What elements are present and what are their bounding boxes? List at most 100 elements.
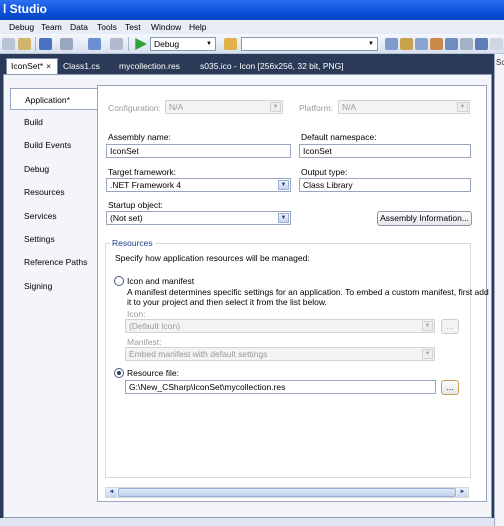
nav-application[interactable]: Application*	[10, 88, 98, 110]
startup-object-label: Startup object:	[108, 200, 163, 210]
configuration-value: N/A	[169, 102, 184, 112]
nav-signing[interactable]: Signing	[10, 275, 98, 297]
tab-mycollection-res[interactable]: mycollection.res	[115, 59, 184, 74]
chevron-down-icon: ▼	[278, 213, 289, 223]
tab-class1-cs[interactable]: Class1.cs	[59, 59, 104, 74]
tab-iconset[interactable]: IconSet* ×	[6, 58, 58, 74]
nav-label: Debug	[24, 164, 50, 174]
chevron-down-icon: ▼	[278, 180, 289, 190]
chevron-down-icon: ▼	[270, 102, 281, 112]
manifest-description-line1: A manifest determines specific settings …	[127, 287, 489, 297]
icon-and-manifest-label: Icon and manifest	[127, 276, 195, 286]
dock-label: Sc	[496, 58, 504, 67]
assembly-name-value: IconSet	[110, 146, 139, 156]
nav-label: Signing	[24, 281, 53, 291]
nav-label: Services	[24, 211, 57, 221]
resources-description: Specify how application resources will b…	[115, 253, 310, 263]
menu-bar: Debug Team Data Tools Test Window Help	[0, 20, 504, 34]
nav-label: Application*	[25, 95, 70, 105]
document-tab-strip: IconSet* × Class1.cs mycollection.res s03…	[0, 54, 494, 74]
scrollbar-thumb[interactable]	[118, 488, 456, 497]
nav-label: Reference Paths	[24, 257, 88, 267]
chevron-down-icon: ▼	[422, 321, 433, 331]
nav-resources[interactable]: Resources	[10, 181, 98, 203]
navigate-forward-icon[interactable]	[110, 38, 123, 50]
nav-debug[interactable]: Debug	[10, 158, 98, 180]
solution-explorer-icon[interactable]	[385, 38, 398, 50]
manifest-select[interactable]: Embed manifest with default settings ▼	[125, 347, 435, 361]
solution-configuration-select[interactable]: Debug ▼	[150, 37, 216, 51]
icon-and-manifest-radio[interactable]	[114, 276, 124, 286]
resource-file-input[interactable]: G:\New_CSharp\IconSet\mycollection.res	[125, 380, 436, 394]
menu-tools[interactable]: Tools	[97, 22, 117, 32]
paste-icon[interactable]	[18, 38, 31, 50]
startup-object-select[interactable]: (Not set) ▼	[106, 211, 291, 225]
chevron-down-icon: ▼	[457, 102, 468, 112]
nav-settings[interactable]: Settings	[10, 228, 98, 250]
chevron-down-icon: ▼	[368, 41, 374, 47]
menu-help[interactable]: Help	[189, 22, 206, 32]
configuration-value: Debug	[154, 39, 180, 49]
menu-test[interactable]: Test	[125, 22, 141, 32]
nav-services[interactable]: Services	[10, 205, 98, 227]
platform-select[interactable]: N/A ▼	[338, 100, 470, 114]
manifest-value: Embed manifest with default settings	[129, 349, 268, 359]
find-combo[interactable]: ▼	[241, 37, 378, 51]
object-browser-icon[interactable]	[415, 38, 428, 50]
icon-select[interactable]: (Default Icon) ▼	[125, 319, 435, 333]
extension-manager-icon[interactable]	[460, 38, 473, 50]
menu-team[interactable]: Team	[41, 22, 62, 32]
copy-icon[interactable]	[2, 38, 15, 50]
assembly-information-button[interactable]: Assembly Information...	[377, 211, 472, 226]
browse-icon-button[interactable]: ...	[441, 319, 459, 334]
target-framework-label: Target framework:	[108, 167, 177, 177]
resource-file-radio[interactable]	[114, 368, 124, 378]
start-page-icon[interactable]	[445, 38, 458, 50]
horizontal-scrollbar[interactable]: ◄ ►	[105, 487, 469, 498]
undo-icon[interactable]	[39, 38, 52, 50]
tab-label: s035.ico - Icon [256x256, 32 bit, PNG]	[200, 61, 344, 71]
start-debugging-icon[interactable]	[135, 38, 147, 50]
menu-data[interactable]: Data	[70, 22, 88, 32]
redo-icon[interactable]	[60, 38, 73, 50]
resource-file-value: G:\New_CSharp\IconSet\mycollection.res	[129, 382, 286, 392]
default-namespace-value: IconSet	[303, 146, 332, 156]
resource-file-label: Resource file:	[127, 368, 179, 378]
window-title: l Studio	[3, 2, 47, 16]
tab-label: mycollection.res	[119, 61, 180, 71]
nav-build[interactable]: Build	[10, 111, 98, 133]
output-type-select[interactable]: Class Library	[299, 178, 471, 192]
solution-explorer-dock[interactable]: Sc	[494, 54, 504, 526]
nav-build-events[interactable]: Build Events	[10, 134, 98, 156]
browse-resource-button[interactable]: ...	[441, 380, 459, 395]
scroll-left-icon[interactable]: ◄	[106, 488, 117, 497]
chevron-down-icon: ▼	[206, 41, 212, 47]
nav-reference-paths[interactable]: Reference Paths	[10, 251, 98, 273]
default-namespace-input[interactable]: IconSet	[299, 144, 471, 158]
toolbox-icon[interactable]	[430, 38, 443, 50]
chevron-down-icon: ▼	[422, 349, 433, 359]
properties-icon[interactable]	[400, 38, 413, 50]
title-bar: l Studio	[0, 0, 504, 20]
toolbar-options-icon[interactable]	[490, 38, 503, 50]
menu-debug[interactable]: Debug	[9, 22, 34, 32]
target-framework-select[interactable]: .NET Framework 4 ▼	[106, 178, 291, 192]
output-type-value: Class Library	[303, 180, 353, 190]
navigate-backward-icon[interactable]	[88, 38, 101, 50]
scroll-right-icon[interactable]: ►	[457, 488, 468, 497]
nav-label: Build	[24, 117, 43, 127]
nav-label: Resources	[24, 187, 65, 197]
configuration-select[interactable]: N/A ▼	[165, 100, 283, 114]
close-icon[interactable]: ×	[46, 61, 51, 71]
tab-label: IconSet*	[11, 61, 44, 71]
startup-object-value: (Not set)	[110, 213, 143, 223]
tab-label: Class1.cs	[63, 61, 100, 71]
command-window-icon[interactable]	[475, 38, 488, 50]
tab-icon-editor[interactable]: s035.ico - Icon [256x256, 32 bit, PNG]	[196, 59, 348, 74]
platform-value: N/A	[342, 102, 357, 112]
find-in-files-icon[interactable]	[224, 38, 237, 50]
assembly-name-input[interactable]: IconSet	[106, 144, 291, 158]
toolbar-separator	[128, 37, 129, 51]
menu-window[interactable]: Window	[151, 22, 181, 32]
status-bar	[0, 518, 494, 526]
